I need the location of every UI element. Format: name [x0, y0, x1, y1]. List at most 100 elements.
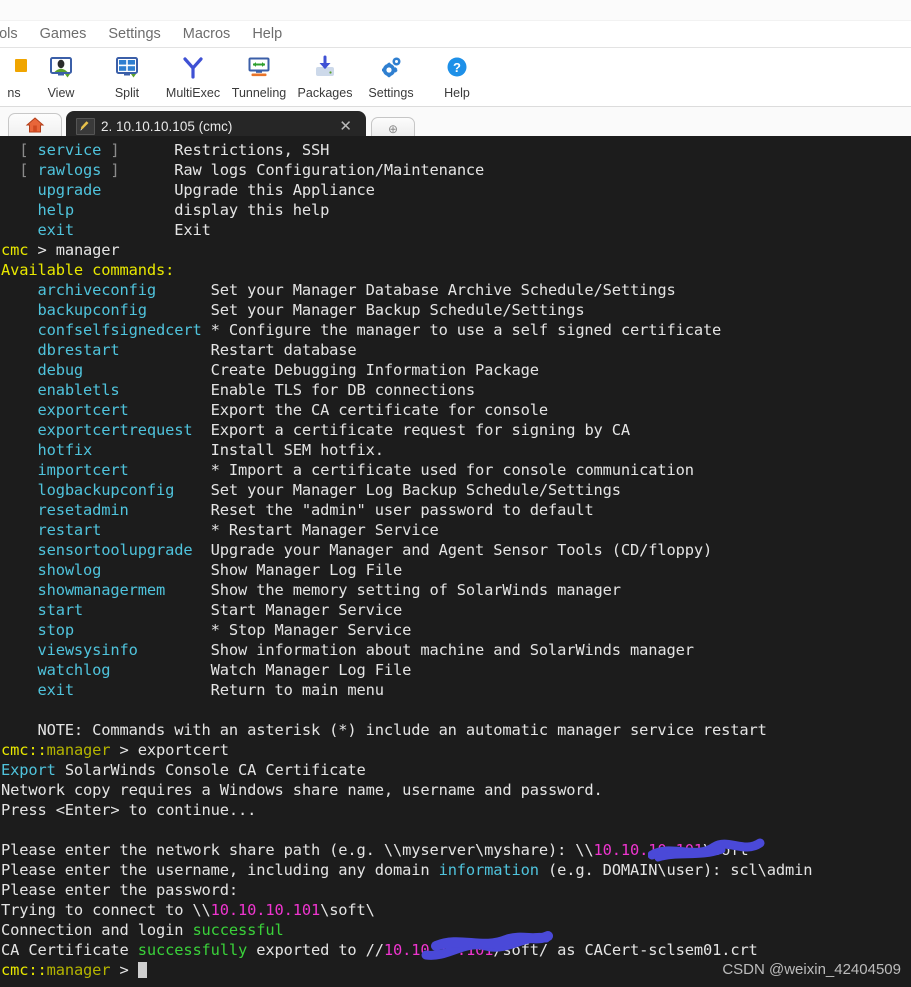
terminal-line: Available commands: [0, 260, 911, 280]
terminal-text: > manager [28, 241, 120, 259]
terminal-line: Export SolarWinds Console CA Certificate [0, 760, 911, 780]
terminal-text: dbrestart [37, 341, 120, 359]
toolbar-label-settings: Settings [368, 86, 414, 100]
close-icon[interactable]: ✕ [339, 119, 352, 134]
terminal-text: exported to // [247, 941, 384, 959]
terminal-text: cmc:: [1, 961, 47, 979]
terminal-text: 10.10.10.101 [383, 941, 494, 959]
terminal-text: Press <Enter> to continue... [1, 801, 257, 819]
terminal-text: showlog [37, 561, 102, 579]
terminal-text: importcert [37, 461, 129, 479]
toolbar-button-view[interactable]: View [28, 50, 94, 100]
terminal-text: Raw logs Configuration/Maintenance [174, 161, 485, 179]
menu-item-help[interactable]: Help [241, 21, 293, 47]
menu-item-macros[interactable]: Macros [172, 21, 242, 47]
toolbar-button-packages[interactable]: Packages [292, 50, 358, 100]
multiexec-icon [180, 53, 206, 83]
terminal-text: exportcert [37, 401, 129, 419]
terminal-line: exportcert Export the CA certificate for… [0, 400, 911, 420]
terminal-text: archiveconfig [37, 281, 156, 299]
terminal-output[interactable]: [ service ] Restrictions, SSH [ rawlogs … [0, 136, 911, 987]
toolbar-button-multiexec[interactable]: MultiExec [160, 50, 226, 100]
toolbar-label-split: Split [114, 86, 140, 100]
terminal-line: hotfix Install SEM hotfix. [0, 440, 911, 460]
terminal-line: Please enter the password: [0, 880, 911, 900]
terminal-text: Available commands: [1, 261, 175, 279]
terminal-text: * Import a certificate used for console … [128, 461, 694, 479]
terminal-line: confselfsignedcert * Configure the manag… [0, 320, 911, 340]
terminal-text: upgrade [37, 181, 102, 199]
terminal-text: successfully [137, 941, 248, 959]
terminal-text: information [438, 861, 539, 879]
terminal-text: Export a certificate request for signing… [192, 421, 631, 439]
toolbar: ns View Split MultiExec Tunneling Packag… [0, 48, 911, 107]
toolbar-button-settings[interactable]: Settings [358, 50, 424, 100]
toolbar-label-multiexec: MultiExec [165, 86, 221, 100]
terminal-text: Show the memory setting of SolarWinds ma… [165, 581, 621, 599]
terminal-text: SolarWinds Console CA Certificate [55, 761, 366, 779]
toolbar-button-tunneling[interactable]: Tunneling [226, 50, 292, 100]
terminal-text: Set your Manager Database Archive Schedu… [155, 281, 676, 299]
terminal-text: start [37, 601, 84, 619]
toolbar-button-split[interactable]: Split [94, 50, 160, 100]
tunneling-icon [246, 53, 272, 83]
terminal-text: Reset the "admin" user password to defau… [128, 501, 594, 519]
terminal-text: confselfsignedcert [37, 321, 202, 339]
toolbar-label-sessions: ns [7, 86, 21, 100]
terminal-text: Show Manager Log File [101, 561, 403, 579]
terminal-line: [ service ] Restrictions, SSH [0, 140, 911, 160]
terminal-text: Please enter the network share path (e.g… [1, 841, 594, 859]
terminal-text: Return to main menu [73, 681, 384, 699]
view-icon [48, 53, 74, 83]
toolbar-button-help[interactable]: ? Help [424, 50, 490, 100]
terminal-text: cmc [1, 241, 29, 259]
terminal-text: \soft\ [320, 901, 375, 919]
sessions-icon [1, 53, 27, 83]
menu-item-tools[interactable]: ools [0, 21, 29, 47]
terminal-line: exit Exit [0, 220, 911, 240]
terminal-line: viewsysinfo Show information about machi… [0, 640, 911, 660]
menu-item-games[interactable]: Games [29, 21, 98, 47]
split-icon [114, 53, 140, 83]
terminal-line: Connection and login successful [0, 920, 911, 940]
terminal-text: watchlog [37, 661, 111, 679]
terminal-text: Upgrade this Appliance [174, 181, 375, 199]
terminal-line: archiveconfig Set your Manager Database … [0, 280, 911, 300]
terminal-line: restart * Restart Manager Service [0, 520, 911, 540]
terminal-line: exit Return to main menu [0, 680, 911, 700]
terminal-text: exit [37, 221, 74, 239]
toolbar-button-sessions[interactable]: ns [0, 50, 28, 100]
terminal-text: ] [101, 141, 175, 159]
menu-item-settings[interactable]: Settings [97, 21, 171, 47]
terminal-text: manager [46, 741, 111, 759]
terminal-text: (e.g. DOMAIN\user): scl\admin [538, 861, 813, 879]
packages-icon [312, 53, 338, 83]
terminal-text: Create Debugging Information Package [83, 361, 539, 379]
terminal-text: Set your Manager Log Backup Schedule/Set… [174, 481, 621, 499]
toolbar-label-packages: Packages [297, 86, 353, 100]
terminal-text: Please enter the password: [1, 881, 239, 899]
terminal-text: Network copy requires a Windows share na… [1, 781, 603, 799]
window-title-strip [0, 0, 911, 21]
terminal-text: resetadmin [37, 501, 129, 519]
terminal-line: showlog Show Manager Log File [0, 560, 911, 580]
terminal-text: [ [1, 161, 38, 179]
help-question-icon: ? [444, 53, 470, 83]
terminal-line: start Start Manager Service [0, 600, 911, 620]
toolbar-label-tunneling: Tunneling [231, 86, 287, 100]
